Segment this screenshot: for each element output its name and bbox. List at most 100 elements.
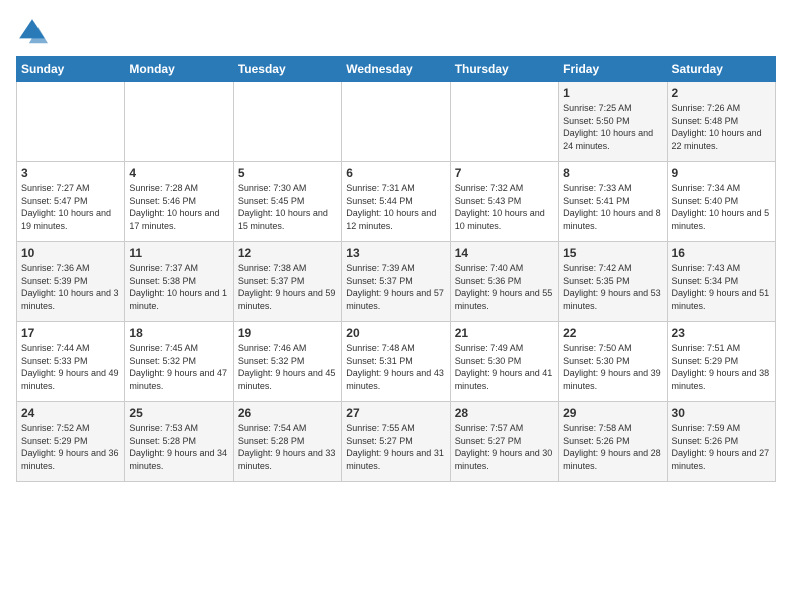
calendar-cell: 15 Sunrise: 7:42 AM Sunset: 5:35 PM Dayli… bbox=[559, 242, 667, 322]
day-info: Sunrise: 7:38 AM Sunset: 5:37 PM Dayligh… bbox=[238, 262, 337, 312]
calendar-cell: 2 Sunrise: 7:26 AM Sunset: 5:48 PM Daylig… bbox=[667, 82, 775, 162]
logo bbox=[16, 16, 52, 48]
calendar-cell: 5 Sunrise: 7:30 AM Sunset: 5:45 PM Daylig… bbox=[233, 162, 341, 242]
day-info: Sunrise: 7:34 AM Sunset: 5:40 PM Dayligh… bbox=[672, 182, 771, 232]
calendar-cell: 1Sunrise: 7:25 AM Sunset: 5:50 PM Daylig… bbox=[559, 82, 667, 162]
day-number: 4 bbox=[129, 166, 228, 180]
day-number: 2 bbox=[672, 86, 771, 100]
calendar-cell: 16Sunrise: 7:43 AM Sunset: 5:34 PM Dayli… bbox=[667, 242, 775, 322]
calendar-cell: 25 Sunrise: 7:53 AM Sunset: 5:28 PM Dayli… bbox=[125, 402, 233, 482]
day-number: 13 bbox=[346, 246, 445, 260]
day-number: 8 bbox=[563, 166, 662, 180]
calendar-cell: 8 Sunrise: 7:33 AM Sunset: 5:41 PM Daylig… bbox=[559, 162, 667, 242]
day-number: 20 bbox=[346, 326, 445, 340]
day-info: Sunrise: 7:49 AM Sunset: 5:30 PM Dayligh… bbox=[455, 342, 554, 392]
day-number: 17 bbox=[21, 326, 120, 340]
calendar-cell: 4 Sunrise: 7:28 AM Sunset: 5:46 PM Daylig… bbox=[125, 162, 233, 242]
calendar-cell bbox=[125, 82, 233, 162]
day-info: Sunrise: 7:42 AM Sunset: 5:35 PM Dayligh… bbox=[563, 262, 662, 312]
calendar-cell: 14 Sunrise: 7:40 AM Sunset: 5:36 PM Dayli… bbox=[450, 242, 558, 322]
day-info: Sunrise: 7:59 AM Sunset: 5:26 PM Dayligh… bbox=[672, 422, 771, 472]
calendar-cell: 3 Sunrise: 7:27 AM Sunset: 5:47 PM Daylig… bbox=[17, 162, 125, 242]
calendar-cell bbox=[450, 82, 558, 162]
calendar-cell: 6Sunrise: 7:31 AM Sunset: 5:44 PM Daylig… bbox=[342, 162, 450, 242]
day-info: Sunrise: 7:44 AM Sunset: 5:33 PM Dayligh… bbox=[21, 342, 120, 392]
day-info: Sunrise: 7:31 AM Sunset: 5:44 PM Dayligh… bbox=[346, 182, 445, 232]
day-info: Sunrise: 7:40 AM Sunset: 5:36 PM Dayligh… bbox=[455, 262, 554, 312]
day-info: Sunrise: 7:28 AM Sunset: 5:46 PM Dayligh… bbox=[129, 182, 228, 232]
day-number: 24 bbox=[21, 406, 120, 420]
day-info: Sunrise: 7:46 AM Sunset: 5:32 PM Dayligh… bbox=[238, 342, 337, 392]
day-number: 16 bbox=[672, 246, 771, 260]
day-number: 25 bbox=[129, 406, 228, 420]
day-info: Sunrise: 7:57 AM Sunset: 5:27 PM Dayligh… bbox=[455, 422, 554, 472]
day-number: 5 bbox=[238, 166, 337, 180]
calendar-cell: 19 Sunrise: 7:46 AM Sunset: 5:32 PM Dayli… bbox=[233, 322, 341, 402]
day-info: Sunrise: 7:26 AM Sunset: 5:48 PM Dayligh… bbox=[672, 102, 771, 152]
day-number: 22 bbox=[563, 326, 662, 340]
calendar-cell: 23 Sunrise: 7:51 AM Sunset: 5:29 PM Dayli… bbox=[667, 322, 775, 402]
day-number: 26 bbox=[238, 406, 337, 420]
day-number: 19 bbox=[238, 326, 337, 340]
day-info: Sunrise: 7:53 AM Sunset: 5:28 PM Dayligh… bbox=[129, 422, 228, 472]
day-number: 29 bbox=[563, 406, 662, 420]
day-number: 3 bbox=[21, 166, 120, 180]
day-info: Sunrise: 7:55 AM Sunset: 5:27 PM Dayligh… bbox=[346, 422, 445, 472]
day-number: 7 bbox=[455, 166, 554, 180]
calendar-cell bbox=[342, 82, 450, 162]
day-number: 28 bbox=[455, 406, 554, 420]
day-info: Sunrise: 7:51 AM Sunset: 5:29 PM Dayligh… bbox=[672, 342, 771, 392]
calendar-cell: 11 Sunrise: 7:37 AM Sunset: 5:38 PM Dayli… bbox=[125, 242, 233, 322]
day-info: Sunrise: 7:48 AM Sunset: 5:31 PM Dayligh… bbox=[346, 342, 445, 392]
weekday-header-wednesday: Wednesday bbox=[342, 57, 450, 82]
weekday-header-sunday: Sunday bbox=[17, 57, 125, 82]
weekday-header-tuesday: Tuesday bbox=[233, 57, 341, 82]
day-info: Sunrise: 7:33 AM Sunset: 5:41 PM Dayligh… bbox=[563, 182, 662, 232]
day-info: Sunrise: 7:52 AM Sunset: 5:29 PM Dayligh… bbox=[21, 422, 120, 472]
calendar-cell: 9Sunrise: 7:34 AM Sunset: 5:40 PM Daylig… bbox=[667, 162, 775, 242]
day-info: Sunrise: 7:36 AM Sunset: 5:39 PM Dayligh… bbox=[21, 262, 120, 312]
day-number: 21 bbox=[455, 326, 554, 340]
day-info: Sunrise: 7:32 AM Sunset: 5:43 PM Dayligh… bbox=[455, 182, 554, 232]
calendar-cell: 17 Sunrise: 7:44 AM Sunset: 5:33 PM Dayli… bbox=[17, 322, 125, 402]
day-info: Sunrise: 7:58 AM Sunset: 5:26 PM Dayligh… bbox=[563, 422, 662, 472]
day-info: Sunrise: 7:39 AM Sunset: 5:37 PM Dayligh… bbox=[346, 262, 445, 312]
weekday-header-thursday: Thursday bbox=[450, 57, 558, 82]
day-number: 10 bbox=[21, 246, 120, 260]
day-number: 14 bbox=[455, 246, 554, 260]
calendar-cell bbox=[233, 82, 341, 162]
calendar-cell: 12 Sunrise: 7:38 AM Sunset: 5:37 PM Dayli… bbox=[233, 242, 341, 322]
calendar-cell: 10 Sunrise: 7:36 AM Sunset: 5:39 PM Dayli… bbox=[17, 242, 125, 322]
day-number: 15 bbox=[563, 246, 662, 260]
day-number: 30 bbox=[672, 406, 771, 420]
weekday-header-friday: Friday bbox=[559, 57, 667, 82]
logo-icon bbox=[16, 16, 48, 48]
calendar-cell: 7 Sunrise: 7:32 AM Sunset: 5:43 PM Daylig… bbox=[450, 162, 558, 242]
calendar-table: SundayMondayTuesdayWednesdayThursdayFrid… bbox=[16, 56, 776, 482]
day-info: Sunrise: 7:37 AM Sunset: 5:38 PM Dayligh… bbox=[129, 262, 228, 312]
weekday-header-monday: Monday bbox=[125, 57, 233, 82]
day-number: 12 bbox=[238, 246, 337, 260]
weekday-header-saturday: Saturday bbox=[667, 57, 775, 82]
page-header bbox=[16, 16, 776, 48]
day-info: Sunrise: 7:30 AM Sunset: 5:45 PM Dayligh… bbox=[238, 182, 337, 232]
calendar-cell: 24 Sunrise: 7:52 AM Sunset: 5:29 PM Dayli… bbox=[17, 402, 125, 482]
day-number: 27 bbox=[346, 406, 445, 420]
calendar-cell: 13 Sunrise: 7:39 AM Sunset: 5:37 PM Dayli… bbox=[342, 242, 450, 322]
calendar-cell: 20 Sunrise: 7:48 AM Sunset: 5:31 PM Dayli… bbox=[342, 322, 450, 402]
calendar-cell: 22Sunrise: 7:50 AM Sunset: 5:30 PM Dayli… bbox=[559, 322, 667, 402]
calendar-cell: 27 Sunrise: 7:55 AM Sunset: 5:27 PM Dayli… bbox=[342, 402, 450, 482]
calendar-cell: 28 Sunrise: 7:57 AM Sunset: 5:27 PM Dayli… bbox=[450, 402, 558, 482]
calendar-cell: 29 Sunrise: 7:58 AM Sunset: 5:26 PM Dayli… bbox=[559, 402, 667, 482]
day-number: 11 bbox=[129, 246, 228, 260]
day-info: Sunrise: 7:54 AM Sunset: 5:28 PM Dayligh… bbox=[238, 422, 337, 472]
day-number: 23 bbox=[672, 326, 771, 340]
calendar-cell: 26 Sunrise: 7:54 AM Sunset: 5:28 PM Dayli… bbox=[233, 402, 341, 482]
calendar-cell: 18Sunrise: 7:45 AM Sunset: 5:32 PM Dayli… bbox=[125, 322, 233, 402]
calendar-cell: 30 Sunrise: 7:59 AM Sunset: 5:26 PM Dayli… bbox=[667, 402, 775, 482]
day-info: Sunrise: 7:27 AM Sunset: 5:47 PM Dayligh… bbox=[21, 182, 120, 232]
day-info: Sunrise: 7:25 AM Sunset: 5:50 PM Dayligh… bbox=[563, 102, 662, 152]
calendar-cell: 21 Sunrise: 7:49 AM Sunset: 5:30 PM Dayli… bbox=[450, 322, 558, 402]
day-info: Sunrise: 7:45 AM Sunset: 5:32 PM Dayligh… bbox=[129, 342, 228, 392]
calendar-cell bbox=[17, 82, 125, 162]
